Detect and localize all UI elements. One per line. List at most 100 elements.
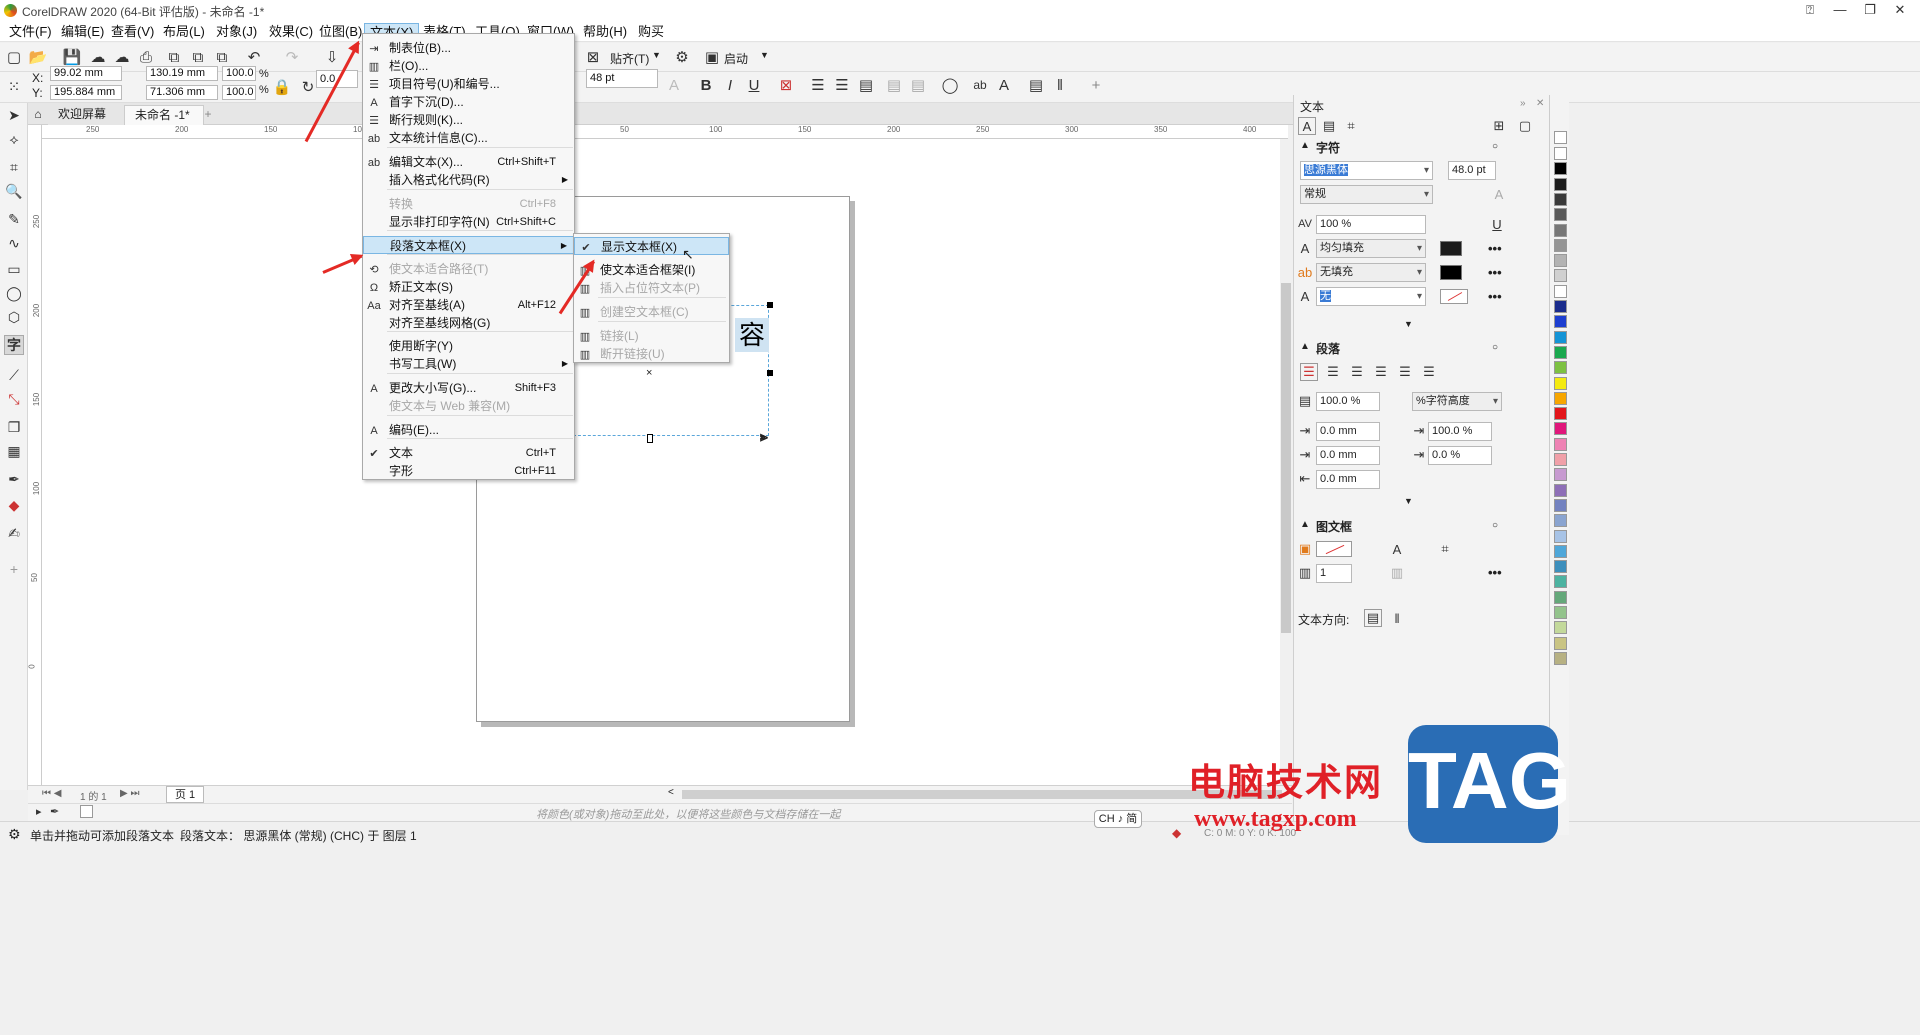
menu-item-glyphs[interactable]: 字形 Ctrl+F11 — [363, 462, 574, 480]
open-folder-icon[interactable]: 📂 — [28, 47, 48, 67]
menu-item-convert[interactable]: 转换 Ctrl+F8 — [363, 195, 574, 213]
gear-icon[interactable]: ⚙ — [8, 826, 21, 843]
horizontal-direction-icon[interactable]: ▤ — [1364, 609, 1382, 627]
frame-fill-swatch[interactable] — [1316, 541, 1352, 557]
transparency-icon[interactable]: ▦ — [4, 441, 24, 461]
redo-icon[interactable]: ↷ — [282, 47, 302, 67]
frame-tab-handle[interactable] — [647, 434, 653, 443]
color-swatch[interactable] — [1554, 560, 1567, 574]
width-field[interactable]: 130.19 mm — [146, 66, 218, 81]
color-swatch[interactable] — [1554, 483, 1567, 497]
menu-item-straighten-text[interactable]: Ω 矫正文本(S) — [363, 278, 574, 296]
zoom-page-icon[interactable]: ⊠ — [583, 47, 603, 67]
submenu-item-link[interactable]: ▥ 链接(L) — [574, 327, 729, 345]
ellipse-tool-icon[interactable]: ◯ — [4, 283, 24, 303]
line-spacing-field[interactable]: 100.0 % — [1316, 392, 1380, 411]
color-swatch[interactable] — [1554, 330, 1567, 344]
scroll-left-icon[interactable]: < — [668, 787, 674, 798]
italic-icon[interactable]: I — [720, 75, 740, 95]
color-swatch[interactable] — [1554, 147, 1567, 160]
section-options-icon[interactable]: ○ — [1492, 141, 1498, 152]
color-swatch[interactable] — [1554, 192, 1567, 206]
color-swatch[interactable] — [1554, 376, 1567, 390]
rectangle-tool-icon[interactable]: ▭ — [4, 259, 24, 279]
horizontal-text-icon[interactable]: ▤ — [1026, 75, 1046, 95]
frame-tab-icon[interactable]: ⌗ — [1342, 117, 1360, 135]
font-size-field[interactable]: 48.0 pt — [1448, 161, 1496, 180]
submenu-item-create-empty-frame[interactable]: ▥ 创建空文本框(C) — [574, 303, 729, 321]
menu-item-writing-tools[interactable]: 书写工具(W) ▶ — [363, 355, 574, 373]
vertical-text-icon[interactable]: ǁ — [1050, 75, 1070, 95]
eyedropper-icon[interactable]: ✒ — [50, 805, 59, 818]
line-spacing-unit-dropdown[interactable]: %字符高度 — [1412, 392, 1502, 411]
import-arrow-icon[interactable]: ⇩ — [322, 47, 342, 67]
object-origin-icon[interactable]: ⁙ — [4, 77, 24, 97]
glyph-icon[interactable]: A — [994, 75, 1014, 95]
polygon-tool-icon[interactable]: ⬡ — [4, 307, 24, 327]
no-align-icon[interactable]: ⊠ — [776, 75, 796, 95]
cloud-download-icon[interactable]: ☁ — [88, 47, 108, 67]
char-spacing-field[interactable]: 100.0 % — [1428, 422, 1492, 441]
resize-handle[interactable] — [767, 302, 773, 308]
menu-item-use-hyphenation[interactable]: 使用断字(Y) — [363, 337, 574, 355]
no-color-swatch[interactable] — [80, 805, 93, 818]
expand-arrow-icon[interactable]: ▼ — [1404, 319, 1413, 329]
edit-text-icon[interactable]: ab — [970, 75, 990, 95]
menu-item-insert-formatting-code[interactable]: 插入格式化代码(R) ▶ — [363, 171, 574, 189]
menu-item-edit-text[interactable]: ab 编辑文本(X)... Ctrl+Shift+T — [363, 153, 574, 171]
bold-icon[interactable]: B — [696, 75, 716, 95]
menu-object[interactable]: 对象(J) — [211, 23, 262, 41]
palette-arrow-icon[interactable]: ▸ — [36, 805, 42, 818]
color-swatch[interactable] — [1554, 162, 1567, 176]
submenu-item-unlink[interactable]: ▥ 断开链接(U) — [574, 345, 729, 363]
color-swatch[interactable] — [1554, 422, 1567, 436]
menu-buy[interactable]: 购买 — [633, 23, 669, 41]
export-icon[interactable]: ⧉ — [188, 47, 208, 67]
color-swatch[interactable] — [1554, 223, 1567, 237]
color-swatch[interactable] — [1554, 254, 1567, 268]
justify-icon[interactable]: ☰ — [1396, 363, 1414, 381]
bullet-list-icon[interactable]: ☰ — [808, 75, 828, 95]
color-swatch[interactable] — [1554, 621, 1567, 635]
color-swatch[interactable] — [1554, 177, 1567, 191]
color-swatch[interactable] — [1554, 636, 1567, 650]
menu-item-fit-text-to-path[interactable]: ⟲ 使文本适合路径(T) — [363, 260, 574, 278]
color-swatch[interactable] — [1554, 284, 1567, 298]
chevron-down-icon[interactable]: ▼ — [652, 50, 661, 60]
force-justify-icon[interactable]: ☰ — [1420, 363, 1438, 381]
no-color-swatch[interactable] — [1554, 131, 1567, 144]
right-indent-field[interactable]: 0.0 mm — [1316, 470, 1380, 489]
import-icon[interactable]: ⧉ — [164, 47, 184, 67]
fill-type-dropdown[interactable]: 均匀填充 — [1316, 239, 1426, 258]
frame-width-icon[interactable]: ⌗ — [1436, 540, 1454, 558]
menu-item-show-nonprinting[interactable]: 显示非打印字符(N) Ctrl+Shift+C — [363, 213, 574, 231]
color-swatch[interactable] — [1554, 361, 1567, 375]
rotate-icon[interactable]: ↻ — [298, 77, 318, 97]
section-options-icon[interactable]: ○ — [1492, 342, 1498, 353]
docker-collapse-icon[interactable]: » — [1520, 98, 1526, 109]
page-nav-first-icon[interactable]: ⏮ ◀ — [42, 788, 61, 799]
launch-icon[interactable]: ▣ — [702, 47, 722, 67]
indent-icon[interactable]: ▤ — [884, 75, 904, 95]
close-button[interactable]: ✕ — [1880, 0, 1920, 22]
pick-tool-icon[interactable]: ➤ — [4, 105, 24, 125]
color-swatch[interactable] — [1554, 575, 1567, 589]
menu-edit[interactable]: 编辑(E) — [56, 23, 109, 41]
background-color-swatch[interactable] — [1440, 265, 1462, 280]
collapse-arrow-icon[interactable]: ▲ — [1300, 519, 1310, 530]
x-position-field[interactable]: 99.02 mm — [50, 66, 122, 81]
menu-item-change-case[interactable]: A 更改大小写(G)... Shift+F3 — [363, 379, 574, 397]
menu-item-align-baseline-grid[interactable]: 对齐至基线网格(G) — [363, 314, 574, 332]
collapse-arrow-icon[interactable]: ▲ — [1300, 341, 1310, 352]
color-swatch[interactable] — [1554, 529, 1567, 543]
gear-icon[interactable]: ⚙ — [672, 47, 692, 67]
left-indent-field[interactable]: 0.0 mm — [1316, 446, 1380, 465]
align-right-icon[interactable]: ☰ — [1372, 363, 1390, 381]
drop-shadow-icon[interactable]: ❐ — [4, 417, 24, 437]
font-size-field[interactable]: 48 pt — [586, 69, 658, 88]
color-swatch[interactable] — [1554, 407, 1567, 421]
artistic-media-icon[interactable]: ∿ — [4, 233, 24, 253]
interactive-fill-icon[interactable]: ◆ — [4, 495, 24, 515]
text-properties-icon[interactable]: ◯ — [940, 75, 960, 95]
snap-to-dropdown[interactable]: 贴齐(T) — [610, 50, 649, 67]
